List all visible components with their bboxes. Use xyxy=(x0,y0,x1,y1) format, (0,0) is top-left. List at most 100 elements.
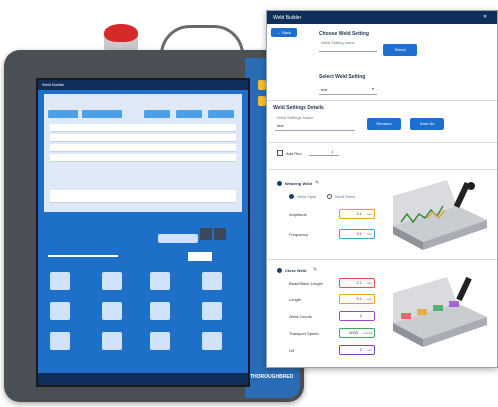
jog-button[interactable] xyxy=(150,302,170,320)
transport-speed-label: Transport Speed xyxy=(289,331,319,336)
frequency-unit: mm xyxy=(367,232,372,236)
stitch-weld-radio[interactable] xyxy=(277,268,282,273)
status-led-icon xyxy=(258,80,266,90)
screen-button[interactable] xyxy=(144,110,170,118)
transport-speed-unit: mm/min xyxy=(362,331,373,335)
chevron-down-icon[interactable]: ▾ xyxy=(372,86,374,91)
amplitude-unit: mm xyxy=(367,212,372,216)
weld-style-label: Weld Style xyxy=(297,194,317,199)
select-button[interactable]: Select xyxy=(383,44,417,56)
frequency-value: 3.1 xyxy=(356,231,362,236)
screen-titlebar: Weld Builder xyxy=(38,80,248,90)
save-as-label: Save As xyxy=(419,121,435,126)
weld-setting-placeholder[interactable]: Weld Setting name xyxy=(321,40,355,45)
weld-wave-label: Weld Wave xyxy=(335,194,356,199)
screen-weld-list-panel xyxy=(44,94,242,212)
rename-button[interactable]: Rename xyxy=(367,118,401,130)
details-title: Weld Settings Details xyxy=(273,105,324,111)
jog-button[interactable] xyxy=(50,332,70,350)
add-run-checkbox[interactable] xyxy=(277,150,283,156)
divider xyxy=(267,100,497,101)
add-run-slider[interactable] xyxy=(309,155,339,156)
screen-table-row[interactable] xyxy=(50,144,236,152)
jog-button[interactable] xyxy=(202,332,222,350)
weld-wave-radio[interactable] xyxy=(327,194,332,199)
select-label: Select xyxy=(394,47,406,52)
dialog-titlebar: Weld Builder ✕ xyxy=(267,11,497,24)
select-weld-title: Select Weld Setting xyxy=(319,74,366,80)
transport-speed-input[interactable]: 3000 mm/min xyxy=(339,328,375,338)
bead-length-value: 2.1 xyxy=(356,280,362,285)
back-button[interactable]: ← Back xyxy=(271,28,297,37)
screen-table-row[interactable] xyxy=(50,154,236,162)
back-label: Back xyxy=(282,30,292,35)
screen-value-field[interactable] xyxy=(188,252,212,261)
details-name-label: Weld Settings Name xyxy=(277,115,314,120)
jog-button[interactable] xyxy=(202,302,222,320)
bead-length-unit: mm xyxy=(367,281,372,285)
screen-button[interactable] xyxy=(82,110,122,118)
divider xyxy=(267,259,497,260)
select-weld-value[interactable]: test xyxy=(321,87,327,92)
amplitude-input[interactable]: 2.1 mm xyxy=(339,209,375,219)
jog-button[interactable] xyxy=(150,272,170,290)
details-name-value[interactable]: test xyxy=(277,123,283,128)
edit-pencil-icon[interactable]: ✎ xyxy=(313,267,317,273)
screen-icon[interactable] xyxy=(214,228,226,240)
jog-button[interactable] xyxy=(102,332,122,350)
stitch-weld-title: Close Weld xyxy=(285,268,307,273)
close-icon[interactable]: ✕ xyxy=(483,14,487,20)
jog-button[interactable] xyxy=(50,272,70,290)
lift-unit: mm xyxy=(367,348,372,352)
amplitude-label: Amplitude xyxy=(289,212,307,217)
rename-label: Rename xyxy=(376,121,392,126)
screen-icon[interactable] xyxy=(200,228,212,240)
jog-button[interactable] xyxy=(202,272,222,290)
screen-button[interactable] xyxy=(176,110,202,118)
length-unit: mm xyxy=(367,297,372,301)
screen-field[interactable] xyxy=(158,234,198,243)
screen-bottom-nav[interactable] xyxy=(38,373,248,385)
jog-button[interactable] xyxy=(102,272,122,290)
weld-builder-dialog: Weld Builder ✕ ← Back Choose Weld Settin… xyxy=(266,10,498,368)
dialog-title: Weld Builder xyxy=(273,15,302,21)
jog-button[interactable] xyxy=(50,302,70,320)
stitch-weld-illustration xyxy=(393,276,487,347)
jog-button[interactable] xyxy=(150,332,170,350)
screen-controls-row[interactable] xyxy=(50,190,236,203)
screen-button[interactable] xyxy=(48,110,78,118)
screen-button[interactable] xyxy=(208,110,234,118)
weld-style-radio[interactable] xyxy=(289,194,294,199)
weld-count-value: 1 xyxy=(359,313,362,318)
choose-weld-title: Choose Weld Setting xyxy=(319,31,369,37)
weld-count-input[interactable]: 1 xyxy=(339,311,375,321)
bead-length-input[interactable]: 2.1 mm xyxy=(339,278,375,288)
pendant-brand: THOROUGHBRED xyxy=(250,374,294,380)
weaving-weld-illustration xyxy=(393,180,487,250)
status-led-icon xyxy=(258,96,266,106)
frequency-input[interactable]: 3.1 mm xyxy=(339,229,375,239)
details-name-underline xyxy=(275,130,355,131)
lift-value: 2 xyxy=(359,347,362,352)
add-run-label: Add Run xyxy=(286,151,302,156)
save-as-button[interactable]: Save As xyxy=(410,118,444,130)
add-run-value: 1 xyxy=(331,149,334,154)
screen-slider[interactable] xyxy=(48,255,118,257)
length-value: 0.1 xyxy=(356,296,362,301)
screen-table-header xyxy=(50,124,236,132)
weaving-weld-radio[interactable] xyxy=(277,181,282,186)
back-arrow-icon: ← xyxy=(276,30,281,35)
lift-input[interactable]: 2 mm xyxy=(339,345,375,355)
emergency-stop-button[interactable] xyxy=(104,24,138,42)
jog-button[interactable] xyxy=(102,302,122,320)
divider xyxy=(267,142,497,143)
length-input[interactable]: 0.1 mm xyxy=(339,294,375,304)
divider xyxy=(267,169,497,170)
screen-table-row[interactable] xyxy=(50,134,236,142)
weld-count-label: Weld Counts xyxy=(289,314,312,319)
amplitude-value: 2.1 xyxy=(356,211,362,216)
frequency-label: Frequency xyxy=(289,232,308,237)
edit-pencil-icon[interactable]: ✎ xyxy=(315,180,319,186)
length-label: Length xyxy=(289,297,302,302)
screen-title: Weld Builder xyxy=(42,82,65,87)
